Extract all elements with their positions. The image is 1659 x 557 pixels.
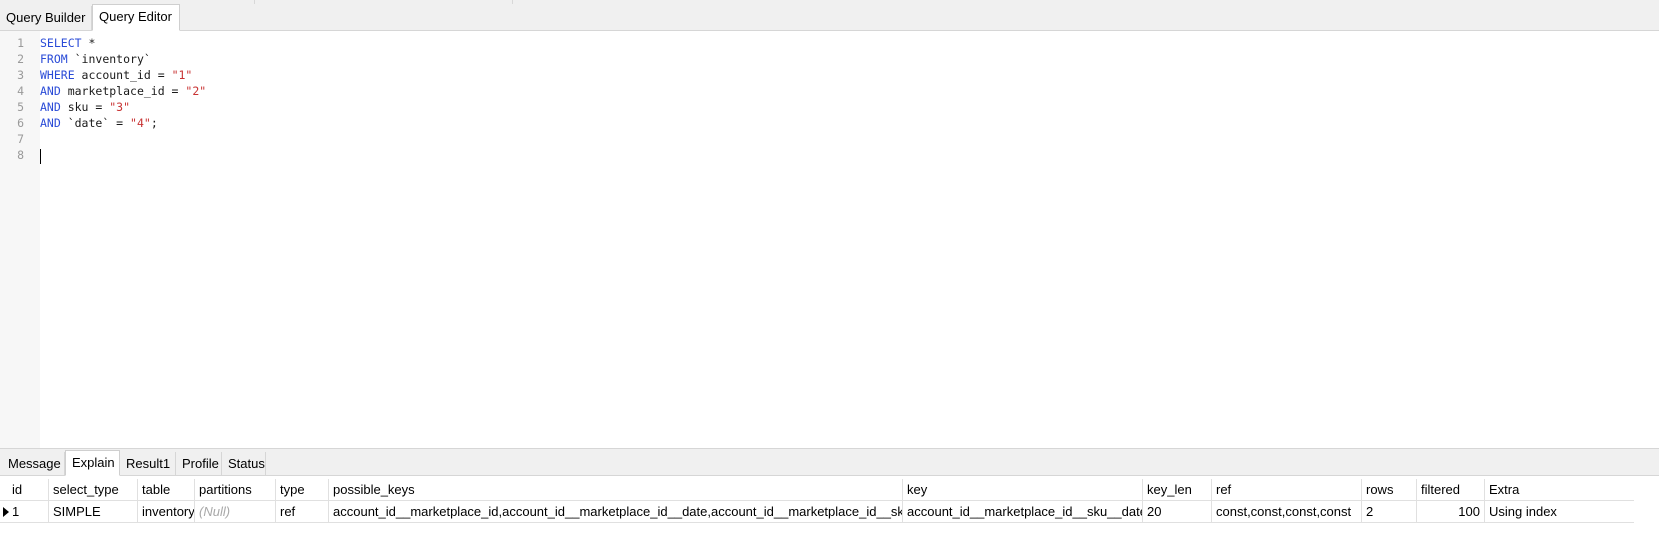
cell-select-type[interactable]: SIMPLE xyxy=(48,501,137,522)
sql-token: `inventory` xyxy=(67,52,151,66)
line-number: 4 xyxy=(17,84,24,98)
header-col-partitions[interactable]: partitions xyxy=(194,479,275,500)
line-number: 1 xyxy=(17,36,24,50)
sql-token: * xyxy=(81,36,96,50)
header-col-rows[interactable]: rows xyxy=(1361,479,1416,500)
cell-partitions[interactable]: (Null) xyxy=(194,501,275,522)
line-number: 2 xyxy=(17,52,24,66)
sql-keyword: WHERE xyxy=(40,68,75,82)
header-col-ref[interactable]: ref xyxy=(1211,479,1361,500)
header-col-select-type[interactable]: select_type xyxy=(48,479,137,500)
line-number: 6 xyxy=(17,116,24,130)
header-col-extra[interactable]: Extra xyxy=(1484,479,1634,500)
line-number: 3 xyxy=(17,68,24,82)
sql-token: `date` = xyxy=(60,116,131,130)
line-number: 8 xyxy=(17,148,24,162)
grid-header-row: id select_type table partitions type possible… xyxy=(0,479,1634,500)
cell-extra[interactable]: Using index xyxy=(1484,501,1634,522)
sql-string: "2" xyxy=(185,84,207,98)
tab-message[interactable]: Message xyxy=(2,452,65,475)
table-row[interactable]: 1 SIMPLE inventory (Null) ref account_id__mar… xyxy=(0,500,1634,523)
cell-table[interactable]: inventory xyxy=(137,501,194,522)
header-col-type[interactable]: type xyxy=(275,479,328,500)
tab-query-builder[interactable]: Query Builder xyxy=(0,6,92,30)
tab-profile[interactable]: Profile xyxy=(176,452,222,475)
tab-explain[interactable]: Explain xyxy=(65,450,120,476)
sql-string: "4" xyxy=(130,116,151,130)
code-text: WHERE account_id = "1" xyxy=(40,67,192,83)
cell-filtered[interactable]: 100 xyxy=(1416,501,1484,522)
header-col-key[interactable]: key xyxy=(902,479,1142,500)
sql-string: "3" xyxy=(109,100,131,114)
line-number: 5 xyxy=(17,100,24,114)
editor-tab-bar: Query Builder Query Editor xyxy=(0,4,1659,31)
sql-keyword: FROM xyxy=(40,52,68,66)
result-tab-bar: Message Explain Result1 Profile Status xyxy=(0,449,1659,476)
code-text: AND `date` = "4"; xyxy=(40,115,158,131)
text-caret xyxy=(40,149,41,164)
code-text: AND marketplace_id = "2" xyxy=(40,83,206,99)
code-text: FROM `inventory` xyxy=(40,51,151,67)
header-col-possible-keys[interactable]: possible_keys xyxy=(328,479,902,500)
cell-rows[interactable]: 2 xyxy=(1361,501,1416,522)
sql-keyword: AND xyxy=(40,116,61,130)
sql-keyword: AND xyxy=(40,100,61,114)
tab-status[interactable]: Status xyxy=(222,452,266,475)
tab-query-editor[interactable]: Query Editor xyxy=(92,4,180,31)
code-text: SELECT * xyxy=(40,35,95,51)
cell-ref[interactable]: const,const,const,const xyxy=(1211,501,1361,522)
tab-result1[interactable]: Result1 xyxy=(120,452,176,475)
sql-token: marketplace_id = xyxy=(60,84,186,98)
sql-token: ; xyxy=(150,116,158,130)
header-col-table[interactable]: table xyxy=(137,479,194,500)
sql-token: account_id = xyxy=(74,68,172,82)
cell-possible-keys[interactable]: account_id__marketplace_id,account_id__m… xyxy=(328,501,902,522)
header-col-filtered[interactable]: filtered xyxy=(1416,479,1484,500)
cell-key[interactable]: account_id__marketplace_id__sku__date xyxy=(902,501,1142,522)
line-number: 7 xyxy=(17,132,24,146)
cell-type[interactable]: ref xyxy=(275,501,328,522)
sql-string: "1" xyxy=(171,68,193,82)
cell-key-len[interactable]: 20 xyxy=(1142,501,1211,522)
sql-keyword: AND xyxy=(40,84,61,98)
sql-editor[interactable]: 1 SELECT * 2 FROM `inventory` 3 WHERE account… xyxy=(0,31,1659,448)
sql-keyword: SELECT xyxy=(40,36,82,50)
header-col-key-len[interactable]: key_len xyxy=(1142,479,1211,500)
header-col-id[interactable]: id xyxy=(8,479,48,500)
code-text: AND sku = "3" xyxy=(40,99,130,115)
sql-token: sku = xyxy=(60,100,110,114)
cell-id[interactable]: 1 xyxy=(8,501,48,522)
result-panel: Message Explain Result1 Profile Status i… xyxy=(0,448,1659,557)
